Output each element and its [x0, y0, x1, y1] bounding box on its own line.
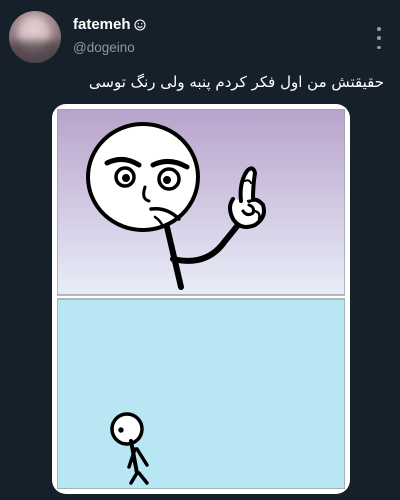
avatar[interactable]	[9, 11, 61, 63]
more-dot	[377, 45, 381, 49]
meme-comic-image	[57, 109, 345, 489]
more-dot	[377, 27, 381, 31]
author-handle[interactable]: @dogeino	[73, 40, 135, 55]
avatar-blur-body	[9, 41, 61, 63]
author-name[interactable]: fatemeh	[73, 16, 146, 33]
author-name-text: fatemeh	[73, 16, 131, 33]
tweet-text: حقیقتش من اول فکر کردم پنبه ولی رنگ توسی	[88, 73, 384, 91]
smiley-emoji-icon	[133, 18, 146, 31]
tweet-card[interactable]: fatemeh @dogeino حقیقتش من اول فکر کردم …	[0, 0, 400, 500]
tweet-media[interactable]	[52, 104, 350, 494]
more-vertical-icon[interactable]	[372, 27, 386, 49]
more-dot	[377, 36, 381, 40]
